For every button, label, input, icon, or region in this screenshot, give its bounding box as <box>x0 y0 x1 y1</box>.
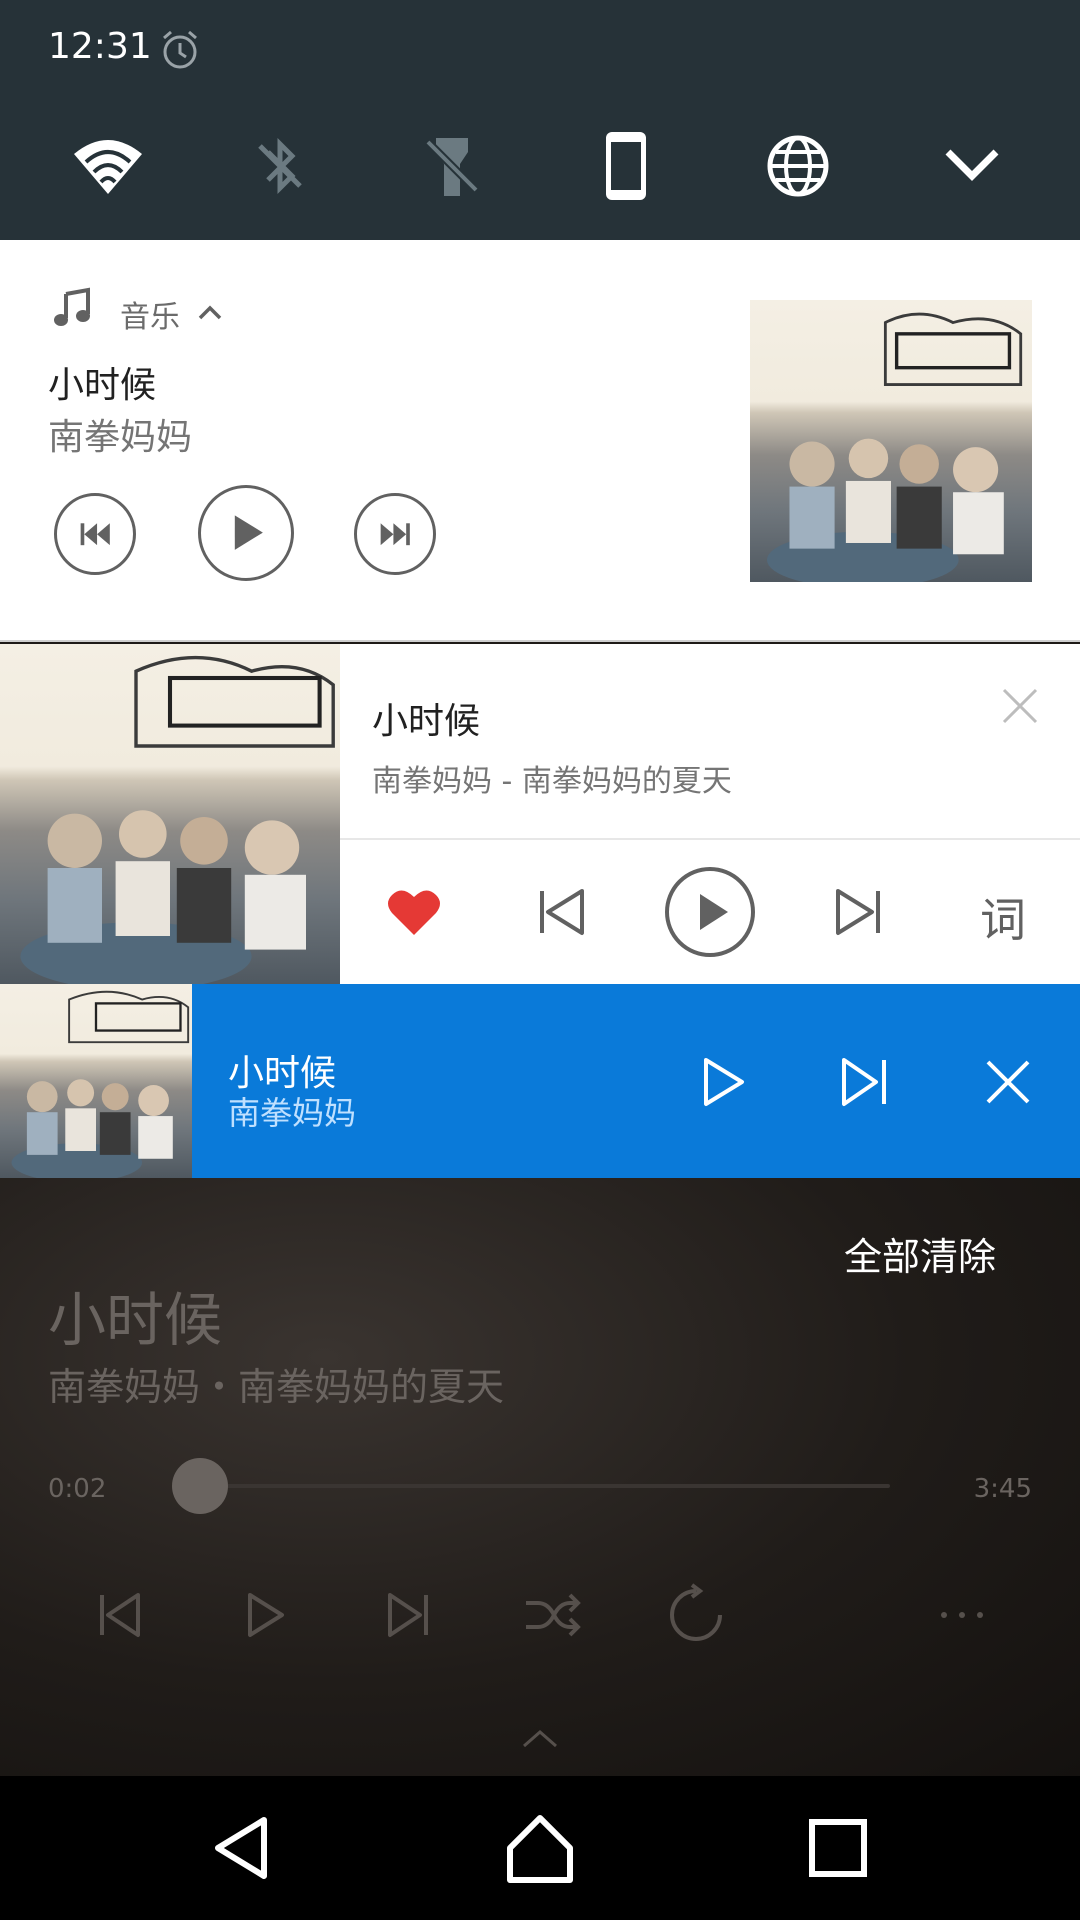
status-time: 12:31 <box>48 26 152 67</box>
player-subtitle: 南拳妈妈・南拳妈妈的夏天 <box>48 1365 505 1409</box>
repeat-icon[interactable] <box>664 1583 728 1647</box>
previous-track-button[interactable] <box>54 493 136 575</box>
notification-app-name: 音乐 <box>120 300 180 335</box>
next-track-button[interactable] <box>354 493 436 575</box>
skip-next-icon <box>836 889 880 935</box>
chevron-up-icon[interactable] <box>196 298 224 326</box>
play-icon <box>235 515 264 551</box>
quick-settings-panel: 12:31 <box>0 0 1080 240</box>
skip-previous-icon[interactable] <box>88 1583 152 1647</box>
compact-artist: 南拳妈妈 <box>228 1094 357 1132</box>
play-button[interactable] <box>658 862 762 962</box>
play-icon <box>665 867 755 957</box>
album-art <box>0 984 192 1178</box>
alarm-icon <box>158 28 202 72</box>
progress-track[interactable] <box>200 1484 890 1488</box>
skip-next-icon[interactable] <box>836 1054 892 1110</box>
skip-next-icon[interactable] <box>376 1583 440 1647</box>
skip-previous-icon <box>80 523 110 545</box>
close-icon[interactable] <box>980 1054 1036 1110</box>
music-note-icon <box>50 286 94 330</box>
lyrics-button[interactable]: 词 <box>980 884 1026 950</box>
app-player-notification[interactable]: 小时候 南拳妈妈 - 南拳妈妈的夏天 词 <box>0 644 1080 984</box>
favorite-button[interactable] <box>368 862 460 962</box>
play-icon[interactable] <box>232 1583 296 1647</box>
close-icon[interactable] <box>998 684 1042 728</box>
flashlight-off-icon[interactable] <box>414 128 490 204</box>
divider <box>340 838 1080 840</box>
wifi-icon[interactable] <box>70 128 146 204</box>
album-art <box>0 644 340 984</box>
next-track-button[interactable] <box>812 862 904 962</box>
navigation-bar <box>0 1776 1080 1920</box>
play-icon[interactable] <box>694 1054 750 1110</box>
more-options-icon[interactable] <box>930 1583 994 1647</box>
notification-song-title: 小时候 <box>372 701 481 742</box>
background-player: 全部清除 小时候 南拳妈妈・南拳妈妈的夏天 0:02 3:45 <box>0 1178 1080 1776</box>
total-time: 3:45 <box>973 1474 1032 1504</box>
recents-icon[interactable] <box>796 1806 880 1890</box>
phone-portrait-icon[interactable] <box>588 128 664 204</box>
notification-song-title: 小时候 <box>48 365 157 406</box>
skip-next-icon <box>380 523 410 545</box>
progress-thumb[interactable] <box>172 1458 228 1514</box>
bluetooth-off-icon[interactable] <box>242 128 318 204</box>
media-notification[interactable]: 音乐 小时候 南拳妈妈 <box>0 240 1080 642</box>
globe-icon[interactable] <box>760 128 836 204</box>
elapsed-time: 0:02 <box>48 1474 107 1504</box>
play-button[interactable] <box>198 485 294 581</box>
previous-track-button[interactable] <box>516 862 608 962</box>
compact-player-notification[interactable]: 小时候 南拳妈妈 <box>0 984 1080 1178</box>
skip-previous-icon <box>540 889 584 935</box>
back-icon[interactable] <box>200 1806 284 1890</box>
clear-all-button[interactable]: 全部清除 <box>844 1226 996 1281</box>
expand-icon[interactable] <box>934 128 1010 204</box>
home-icon[interactable] <box>498 1806 582 1890</box>
heart-icon <box>388 890 440 935</box>
shuffle-icon[interactable] <box>520 1583 584 1647</box>
chevron-up-icon[interactable] <box>520 1724 560 1754</box>
notification-subtitle: 南拳妈妈 - 南拳妈妈的夏天 <box>372 764 732 799</box>
album-art <box>750 300 1032 582</box>
notification-artist: 南拳妈妈 <box>48 417 193 458</box>
player-song-title: 小时候 <box>48 1286 223 1354</box>
